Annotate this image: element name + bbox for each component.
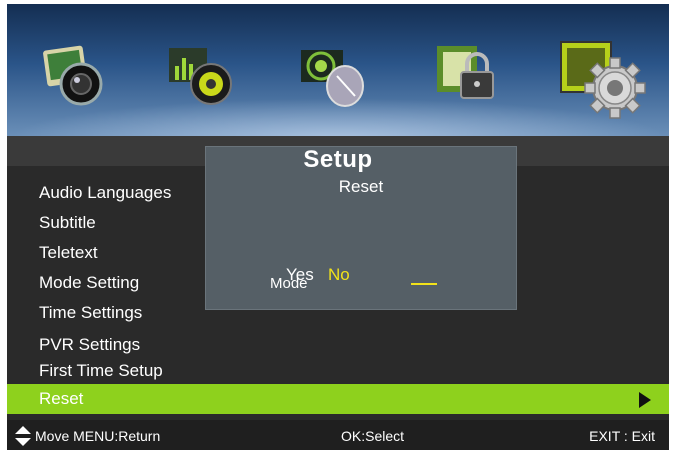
category-bar bbox=[7, 4, 669, 138]
play-arrow-icon bbox=[639, 392, 651, 408]
menu-item-label: Reset bbox=[39, 389, 84, 408]
menu-item-label: Time Settings bbox=[39, 303, 143, 322]
lock-icon[interactable] bbox=[431, 38, 505, 112]
menu-item-label: Subtitle bbox=[39, 213, 96, 232]
channel-icon[interactable] bbox=[297, 38, 371, 112]
menu-item-reset[interactable]: Reset bbox=[7, 384, 669, 414]
selection-cursor bbox=[411, 283, 437, 285]
tv-menu-screen: Audio Languages Subtitle Teletext Mode S… bbox=[7, 4, 669, 450]
move-return-hint: Move MENU:Return bbox=[35, 428, 161, 444]
menu-item-label: Teletext bbox=[39, 243, 98, 262]
exit-hint: EXIT : Exit bbox=[589, 428, 655, 444]
picture-icon[interactable] bbox=[37, 38, 111, 112]
page-title: Setup bbox=[303, 146, 373, 173]
menu-item-label: First Time Setup bbox=[39, 361, 163, 380]
menu-item-label: PVR Settings bbox=[39, 335, 141, 354]
yes-option[interactable]: Yes bbox=[286, 265, 314, 285]
setup-gear-icon[interactable] bbox=[555, 34, 647, 126]
menu-item-label: Mode Setting bbox=[39, 273, 140, 292]
menu-item-label: Audio Languages bbox=[39, 183, 172, 202]
ok-select-hint: OK:Select bbox=[341, 428, 405, 444]
no-option[interactable]: No bbox=[328, 265, 350, 285]
menu-item-first-time-setup[interactable]: First Time Setup bbox=[7, 356, 669, 386]
up-down-arrow-icon bbox=[15, 426, 31, 446]
dialog-title: Reset bbox=[338, 177, 384, 196]
sound-icon[interactable] bbox=[165, 38, 239, 112]
help-bar: Move MENU:Return OK:Select EXIT : Exit bbox=[7, 420, 669, 450]
